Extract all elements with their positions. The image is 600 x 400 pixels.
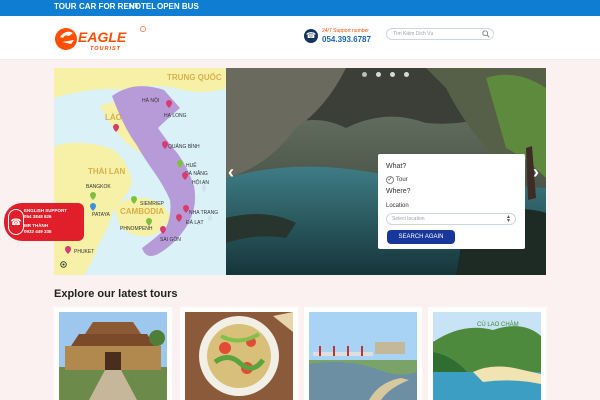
tour-photo-hue-citadel: [59, 312, 167, 400]
svg-text:CÙ LAO CHÀM: CÙ LAO CHÀM: [477, 321, 519, 328]
map-place-pataya[interactable]: PATAYA: [92, 212, 110, 218]
support-label: 24/7 Support number: [322, 28, 369, 34]
tour-card[interactable]: CÙ LAO CHÀM: [428, 307, 546, 400]
chevron-up-down-icon: ▲ ▼: [506, 214, 511, 224]
map-place-sai-gon[interactable]: SÀI GÒN: [160, 237, 181, 243]
map-place-nha-trang[interactable]: NHA TRANG: [189, 210, 218, 216]
map-place-da-nang[interactable]: ĐÀ NẴNG: [185, 171, 208, 177]
map-pin-icon[interactable]: [176, 214, 182, 222]
map-pin-icon[interactable]: [183, 205, 189, 213]
map-place-siemriep[interactable]: SIEMRIEP: [140, 201, 164, 207]
english-support-label: ENGLISH SUPPORT: [24, 208, 68, 213]
tour-search-panel: What? ✓ Tour Where? Location Select loca…: [378, 154, 525, 249]
tour-card[interactable]: [180, 307, 298, 400]
location-label: Location: [386, 203, 409, 209]
contact-name: MR THÀNH: [24, 223, 48, 228]
where-label: Where?: [386, 188, 411, 195]
map-pin-icon[interactable]: [160, 226, 166, 234]
map-place-phuket[interactable]: PHUKET: [74, 249, 94, 255]
location-select[interactable]: Select location ▲ ▼: [386, 213, 516, 225]
map-place-ha-noi[interactable]: HÀ NỘI: [142, 98, 159, 104]
nav-hotel[interactable]: HOTEL: [129, 2, 156, 11]
tour-photo-vietnamese-salad: [185, 312, 293, 400]
map-pin-icon[interactable]: [90, 203, 96, 211]
map-pin-icon[interactable]: [166, 100, 172, 108]
map-place-hoi-an[interactable]: HỘI AN: [192, 180, 209, 186]
eagle-tourist-logo[interactable]: EAGLE TOURIST: [54, 24, 150, 52]
top-navigation: TOUR CAR FOR RENT HOTEL OPEN BUS: [0, 0, 600, 16]
slider-dot[interactable]: [362, 72, 367, 77]
search-again-button[interactable]: SEARCH AGAIN: [387, 230, 455, 244]
map-place-quang-binh[interactable]: QUẢNG BÌNH: [168, 144, 200, 150]
map-place-ha-long[interactable]: HẠ LONG: [164, 113, 187, 119]
phone-icon: ☎: [8, 209, 24, 235]
tour-photo-river-bridge: [309, 312, 417, 400]
map-country-china: TRUNG QUỐC: [167, 73, 222, 82]
contact-number[interactable]: 0932 449 335: [24, 229, 52, 234]
site-header: EAGLE TOURIST ☎ 24/7 Support number 054.…: [0, 16, 600, 60]
map-pin-icon[interactable]: [177, 160, 183, 168]
map-pin-icon[interactable]: [90, 192, 96, 200]
map-place-hue[interactable]: HUẾ: [186, 163, 197, 169]
map-country-cambodia: CAMBODIA: [120, 207, 164, 216]
map-place-da-lat[interactable]: ĐÀ LẠT: [186, 220, 204, 226]
tour-radio-button[interactable]: ✓: [386, 176, 394, 184]
vietnam-tour-map[interactable]: TRUNG QUỐC LÀO THÁI LAN CAMBODIA HÀ NỘI …: [54, 68, 226, 275]
map-pin-icon[interactable]: [182, 172, 188, 180]
map-pin-icon[interactable]: [162, 141, 168, 149]
search-icon[interactable]: [482, 30, 490, 38]
section-title-latest-tours: Explore our latest tours: [54, 288, 178, 300]
tour-option-label[interactable]: Tour: [396, 177, 408, 183]
support-hotline[interactable]: ☎ 24/7 Support number 054.393.6787: [304, 27, 384, 51]
map-pin-icon[interactable]: [113, 124, 119, 132]
map-pin-icon[interactable]: [65, 246, 71, 254]
search-box: [386, 28, 494, 40]
nav-open-bus[interactable]: OPEN BUS: [157, 2, 199, 11]
slider-dot[interactable]: [390, 72, 395, 77]
phone-icon: ☎: [304, 29, 318, 43]
search-input[interactable]: [393, 29, 479, 39]
svg-text:EAGLE: EAGLE: [78, 29, 127, 45]
tour-photo-cu-lao-cham: CÙ LAO CHÀM: [433, 312, 541, 400]
slider-dot[interactable]: [404, 72, 409, 77]
tour-card[interactable]: [304, 307, 422, 400]
floating-support-widget[interactable]: ☎ ENGLISH SUPPORT 054 3848 626 MR THÀNH …: [4, 203, 84, 241]
svg-text:TOURIST: TOURIST: [90, 46, 121, 52]
map-target-icon[interactable]: [60, 261, 67, 268]
nav-tour[interactable]: TOUR: [54, 2, 77, 11]
slider-dot[interactable]: [376, 72, 381, 77]
what-label: What?: [386, 163, 407, 170]
map-country-laos: LÀO: [105, 113, 122, 122]
map-country-thailand: THÁI LAN: [88, 167, 126, 176]
tour-card[interactable]: [54, 307, 172, 400]
location-select-value: Select location: [392, 216, 425, 222]
english-support-number[interactable]: 054 3848 626: [24, 214, 52, 219]
slider-prev-arrow-icon[interactable]: ‹: [228, 163, 234, 181]
map-pin-icon[interactable]: [146, 218, 152, 226]
map-place-phnompenh[interactable]: PHNOMPENH: [120, 226, 153, 232]
support-number[interactable]: 054.393.6787: [322, 35, 371, 44]
map-pin-icon[interactable]: [131, 196, 137, 204]
map-place-bangkok[interactable]: BANGKOK: [86, 184, 111, 190]
slider-next-arrow-icon[interactable]: ›: [533, 163, 539, 181]
